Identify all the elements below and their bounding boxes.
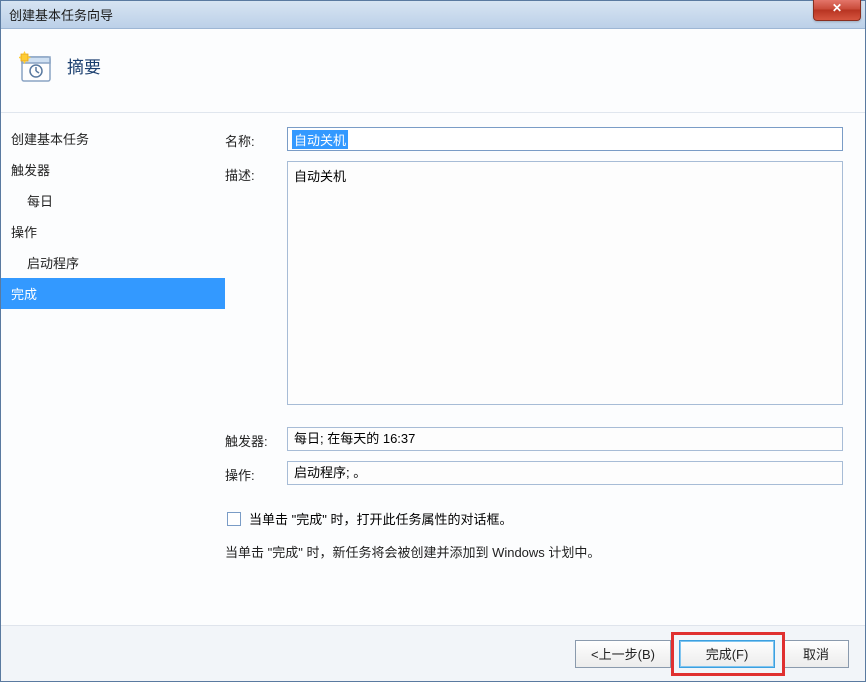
trigger-value: 每日; 在每天的 16:37	[287, 427, 843, 451]
cancel-button[interactable]: 取消	[783, 640, 849, 668]
desc-label: 描述:	[225, 161, 287, 405]
summary-icon	[19, 51, 53, 85]
name-label: 名称:	[225, 127, 287, 151]
wizard-sidebar: 创建基本任务 触发器 每日 操作 启动程序 完成	[1, 113, 225, 625]
sidebar-item-create-task[interactable]: 创建基本任务	[1, 123, 225, 154]
close-button[interactable]: ✕	[813, 0, 861, 21]
sidebar-item-trigger[interactable]: 触发器	[1, 154, 225, 185]
open-properties-label: 当单击 "完成" 时，打开此任务属性的对话框。	[249, 509, 512, 528]
name-input[interactable]: 自动关机	[287, 127, 843, 151]
page-title: 摘要	[67, 53, 101, 78]
open-properties-checkbox[interactable]	[227, 512, 241, 526]
action-value: 启动程序; 。	[287, 461, 843, 485]
row-description: 描述: 自动关机	[225, 161, 843, 405]
row-name: 名称: 自动关机	[225, 127, 843, 151]
desc-value: 自动关机	[294, 169, 346, 184]
wizard-body: 创建基本任务 触发器 每日 操作 启动程序 完成 名称: 自动关机 描述: 自动…	[1, 113, 865, 625]
description-textarea[interactable]: 自动关机	[287, 161, 843, 405]
sidebar-item-start-program[interactable]: 启动程序	[1, 247, 225, 278]
sidebar-item-finish[interactable]: 完成	[1, 278, 225, 309]
action-label: 操作:	[225, 461, 287, 485]
sidebar-item-daily[interactable]: 每日	[1, 185, 225, 216]
open-properties-row[interactable]: 当单击 "完成" 时，打开此任务属性的对话框。	[225, 509, 843, 528]
window-title: 创建基本任务向导	[9, 5, 113, 24]
trigger-label: 触发器:	[225, 427, 287, 451]
titlebar: 创建基本任务向导 ✕	[1, 1, 865, 29]
name-input-value: 自动关机	[292, 130, 348, 149]
finish-button[interactable]: 完成(F)	[679, 640, 775, 668]
info-text: 当单击 "完成" 时，新任务将会被创建并添加到 Windows 计划中。	[225, 542, 843, 561]
row-action: 操作: 启动程序; 。	[225, 461, 843, 485]
wizard-header: 摘要	[1, 29, 865, 113]
sidebar-item-action[interactable]: 操作	[1, 216, 225, 247]
back-button[interactable]: <上一步(B)	[575, 640, 671, 668]
close-icon: ✕	[832, 1, 842, 15]
row-trigger: 触发器: 每日; 在每天的 16:37	[225, 427, 843, 451]
wizard-main: 名称: 自动关机 描述: 自动关机 触发器: 每日; 在每天的 16:37 操	[225, 113, 865, 625]
wizard-footer: <上一步(B) 完成(F) 取消	[1, 625, 865, 681]
wizard-window: 创建基本任务向导 ✕ 摘要 创建基本任务 触发器 每日	[0, 0, 866, 682]
